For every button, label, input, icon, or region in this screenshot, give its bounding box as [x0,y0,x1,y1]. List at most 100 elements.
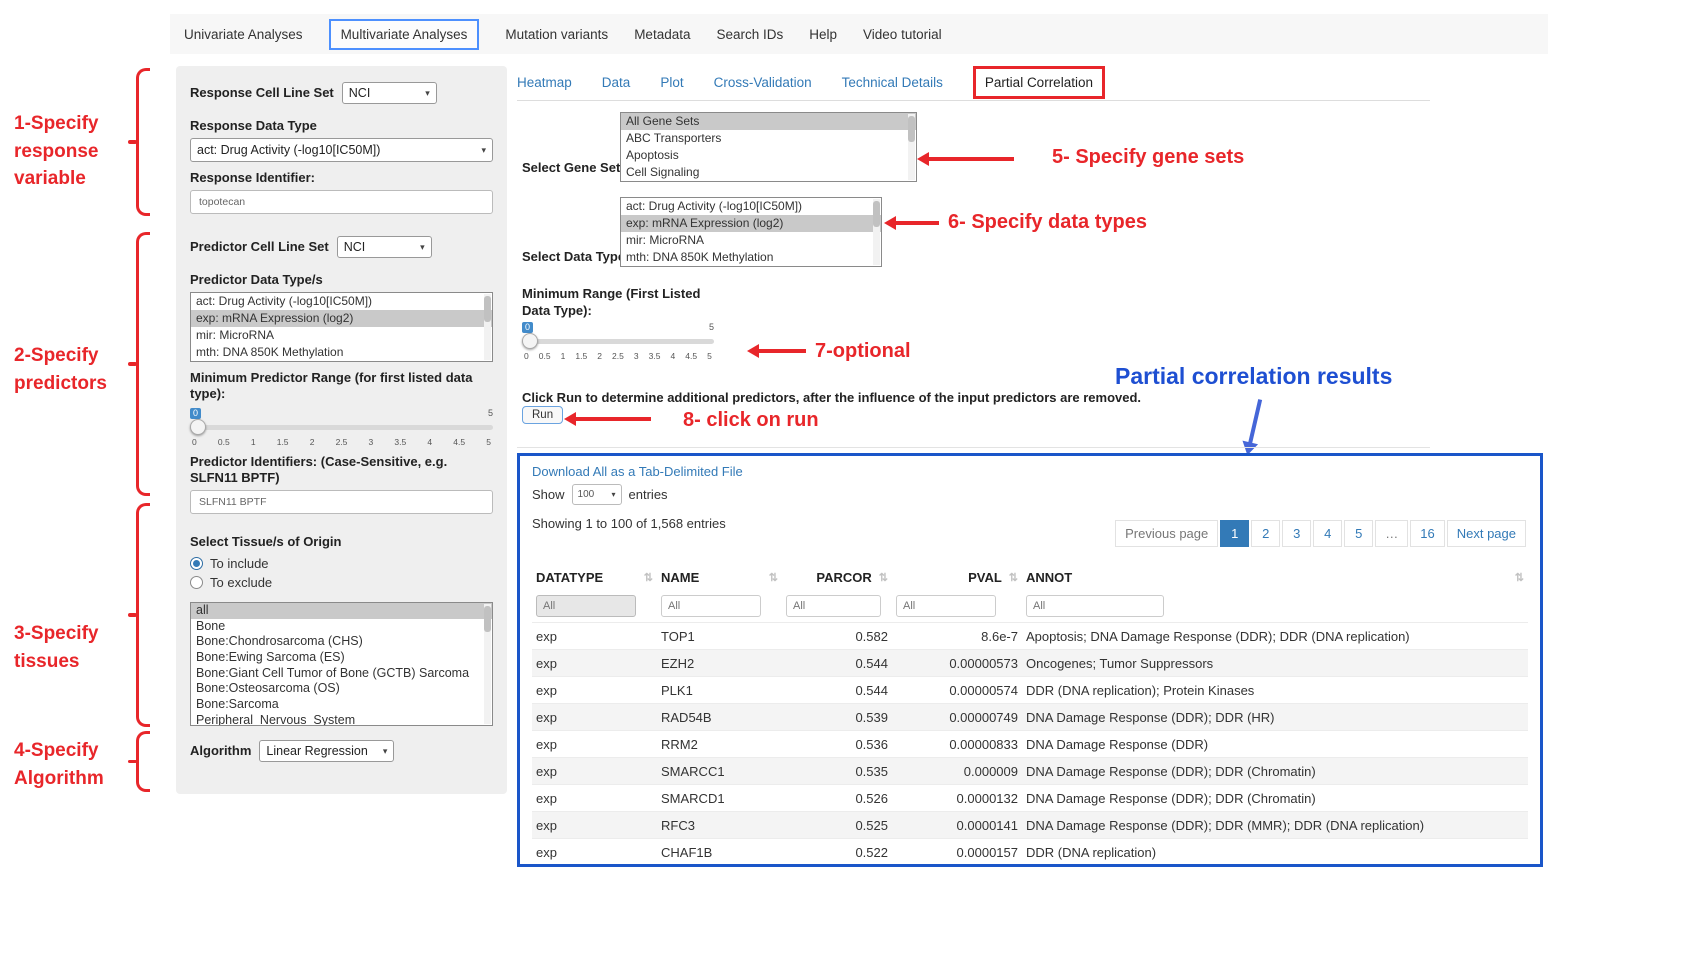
col-datatype[interactable]: DATATYPE⇅ [532,565,657,590]
tissue-exclude-radio[interactable]: To exclude [190,573,493,592]
listbox-option[interactable]: act: Drug Activity (-log10[IC50M]) [191,293,492,310]
listbox-option[interactable]: Bone [191,619,492,635]
partial-correlation-results: Download All as a Tab-Delimited File Sho… [517,453,1543,867]
nav-item[interactable]: Metadata [634,27,690,42]
table-row[interactable]: exp CHAF1B 0.522 0.0000157 DDR (DNA repl… [532,839,1528,866]
sort-icon[interactable]: ⇅ [879,571,888,584]
sort-icon[interactable]: ⇅ [769,571,778,584]
listbox-option[interactable]: mir: MicroRNA [191,327,492,344]
col-pval[interactable]: PVAL ⇅ [892,565,1022,590]
page-button[interactable]: Next page [1447,520,1526,547]
page-button[interactable]: 1 [1220,520,1249,547]
tab[interactable]: Plot [660,75,683,90]
sort-icon[interactable]: ⇅ [1515,571,1524,584]
page-button[interactable]: 2 [1251,520,1280,547]
gene-sets-listbox[interactable]: All Gene SetsABC TransportersApoptosisCe… [620,112,917,182]
listbox-option[interactable]: Bone:Sarcoma [191,697,492,713]
listbox-option[interactable]: all [191,603,492,619]
slider-tick-label: 1.5 [277,437,289,447]
scrollbar[interactable] [484,294,491,360]
tissue-include-radio[interactable]: To include [190,554,493,573]
listbox-option[interactable]: mth: DNA 850K Methylation [621,249,881,266]
listbox-option[interactable]: exp: mRNA Expression (log2) [621,215,881,232]
tab[interactable]: Heatmap [517,75,572,90]
table-row[interactable]: exp RAD54B 0.539 0.00000749 DNA Damage R… [532,704,1528,731]
filter-annot-input[interactable] [1026,595,1164,617]
col-annot[interactable]: ANNOT⇅ [1022,565,1528,590]
listbox-option[interactable]: All Gene Sets [621,113,916,130]
page-button[interactable]: 16 [1410,520,1444,547]
radio-unselected-icon[interactable] [190,576,203,589]
filter-datatype-input[interactable] [536,595,636,617]
table-row[interactable]: exp SMARCC1 0.535 0.000009 DNA Damage Re… [532,758,1528,785]
nav-item[interactable]: Univariate Analyses [184,27,303,42]
scrollbar[interactable] [908,114,915,180]
listbox-option[interactable]: Cell Signaling [621,164,916,181]
slider-track[interactable] [522,339,714,344]
run-button[interactable]: Run [522,406,563,424]
col-parcor[interactable]: PARCOR⇅ [782,565,892,590]
run-help-text: Click Run to determine additional predic… [522,390,1141,405]
sort-icon[interactable]: ⇅ [1009,571,1018,584]
tab[interactable]: Cross-Validation [714,75,812,90]
cell-annot: DDR (DNA replication) [1022,839,1528,866]
tab[interactable]: Partial Correlation [973,66,1105,99]
cell-name: SMARCD1 [657,785,782,812]
page-button[interactable]: … [1375,520,1408,547]
page-button[interactable]: 5 [1344,520,1373,547]
radio-selected-icon[interactable] [190,557,203,570]
nav-item[interactable]: Mutation variants [505,27,608,42]
algorithm-select[interactable]: Linear Regression ▾ [259,740,394,762]
col-pval-label: PVAL [968,570,1002,585]
page-button[interactable]: 4 [1313,520,1342,547]
table-row[interactable]: exp TOP1 0.582 8.6e-7 Apoptosis; DNA Dam… [532,623,1528,650]
entries-count-select[interactable]: 100 ▾ [572,484,622,505]
slider-handle[interactable] [190,419,206,435]
scrollbar[interactable] [484,604,491,724]
response-identifier-input[interactable] [190,190,493,214]
listbox-option[interactable]: ABC Transporters [621,130,916,147]
listbox-option[interactable]: Peripheral_Nervous_System [191,713,492,726]
slider-handle[interactable] [522,333,538,349]
nav-item[interactable]: Video tutorial [863,27,942,42]
predictor-cell-line-set-select[interactable]: NCI ▾ [337,236,432,258]
scrollbar[interactable] [873,199,880,265]
table-row[interactable]: exp RFC3 0.525 0.0000141 DNA Damage Resp… [532,812,1528,839]
listbox-option[interactable]: mir: MicroRNA [621,232,881,249]
page-button[interactable]: 3 [1282,520,1311,547]
predictor-data-types-listbox[interactable]: act: Drug Activity (-log10[IC50M])exp: m… [190,292,493,362]
nav-item[interactable]: Multivariate Analyses [329,19,480,50]
listbox-option[interactable]: Apoptosis [621,147,916,164]
min-range-slider[interactable]: 0 5 00.511.522.533.544.55 [522,322,714,362]
predictor-identifiers-input[interactable] [190,490,493,514]
table-row[interactable]: exp EZH2 0.544 0.00000573 Oncogenes; Tum… [532,650,1528,677]
listbox-option[interactable]: act: Drug Activity (-log10[IC50M]) [621,198,881,215]
response-cell-line-set-select[interactable]: NCI ▾ [342,82,437,104]
data-types-listbox[interactable]: act: Drug Activity (-log10[IC50M])exp: m… [620,197,882,267]
listbox-option[interactable]: mth: DNA 850K Methylation [191,344,492,361]
response-data-type-select[interactable]: act: Drug Activity (-log10[IC50M]) ▾ [190,138,493,162]
download-link[interactable]: Download All as a Tab-Delimited File [532,464,743,479]
tissue-listbox[interactable]: allBoneBone:Chondrosarcoma (CHS)Bone:Ewi… [190,602,493,726]
table-row[interactable]: exp PLK1 0.544 0.00000574 DDR (DNA repli… [532,677,1528,704]
predictor-range-slider[interactable]: 0 5 00.511.522.533.544.55 [190,408,493,448]
sort-icon[interactable]: ⇅ [644,571,653,584]
listbox-option[interactable]: Bone:Chondrosarcoma (CHS) [191,634,492,650]
slider-track[interactable] [190,425,493,430]
nav-item[interactable]: Search IDs [716,27,783,42]
nav-item[interactable]: Help [809,27,837,42]
table-row[interactable]: exp SMARCD1 0.526 0.0000132 DNA Damage R… [532,785,1528,812]
tab[interactable]: Data [602,75,631,90]
filter-parcor-input[interactable] [786,595,881,617]
page-button[interactable]: Previous page [1115,520,1218,547]
col-name[interactable]: NAME ⇅ [657,565,782,590]
listbox-option[interactable]: exp: mRNA Expression (log2) [191,310,492,327]
listbox-option[interactable]: Bone:Giant Cell Tumor of Bone (GCTB) Sar… [191,666,492,682]
tab[interactable]: Technical Details [842,75,943,90]
table-row[interactable]: exp RRM2 0.536 0.00000833 DNA Damage Res… [532,731,1528,758]
filter-pval-input[interactable] [896,595,996,617]
col-name-label: NAME [661,570,699,585]
filter-name-input[interactable] [661,595,761,617]
listbox-option[interactable]: Bone:Ewing Sarcoma (ES) [191,650,492,666]
listbox-option[interactable]: Bone:Osteosarcoma (OS) [191,681,492,697]
